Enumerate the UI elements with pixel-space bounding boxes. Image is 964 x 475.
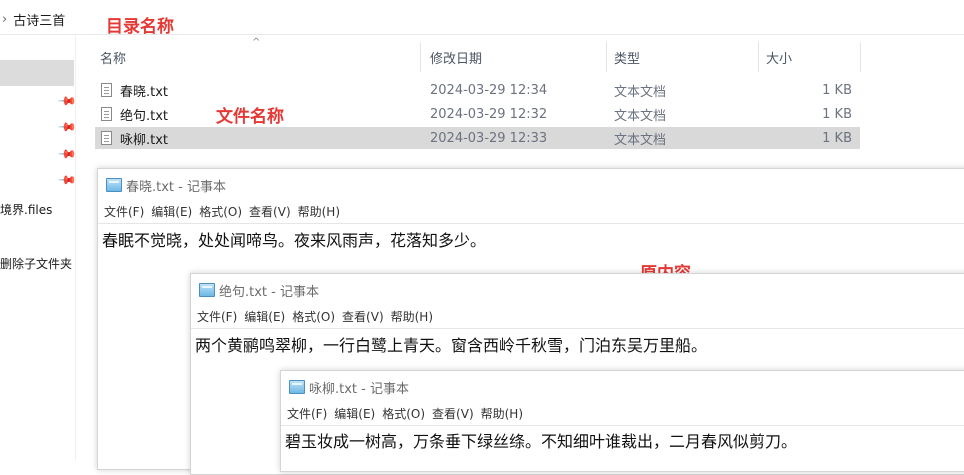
menu-help[interactable]: 帮助(H) [391,308,433,326]
menu-bar: 文件(F) 编辑(E) 格式(O) 查看(V) 帮助(H) [287,405,530,423]
column-separator[interactable] [860,42,861,72]
file-row-selected[interactable]: 咏柳.txt 2024-03-29 12:33 文本文档 1 KB [95,127,860,149]
column-label: 大小 [766,51,793,67]
file-name: 咏柳.txt [120,132,169,148]
text-file-icon [101,131,112,145]
column-separator[interactable] [758,42,759,72]
file-row[interactable]: 绝句.txt 2024-03-29 12:32 文本文档 1 KB [95,103,860,125]
divider [98,223,964,224]
column-header-modified[interactable]: 修改日期 [430,44,482,70]
menu-edit[interactable]: 编辑(E) [334,405,375,423]
menu-view[interactable]: 查看(V) [249,203,291,221]
menu-help[interactable]: 帮助(H) [298,203,340,221]
column-header-name[interactable]: 名称 [100,44,126,70]
sort-ascending-icon: ^ [252,37,261,48]
column-separator[interactable] [606,42,607,72]
window-title: 春晓.txt - 记事本 [106,175,226,195]
menu-file[interactable]: 文件(F) [197,308,237,326]
file-type: 文本文档 [614,132,667,148]
menu-bar: 文件(F) 编辑(E) 格式(O) 查看(V) 帮助(H) [104,203,347,221]
window-title-text: 春晓.txt - 记事本 [126,179,226,195]
window-title-text: 绝句.txt - 记事本 [219,284,319,300]
column-header-type[interactable]: 类型 [614,44,640,70]
annotation-dir-name: 目录名称 [106,17,174,37]
column-label: 名称 [100,51,127,67]
column-header-size[interactable]: 大小 [766,44,792,70]
menu-view[interactable]: 查看(V) [432,405,474,423]
menu-help[interactable]: 帮助(H) [481,405,523,423]
file-type: 文本文档 [614,84,667,100]
notepad-icon [199,283,215,297]
notepad-window-yongliu[interactable]: 咏柳.txt - 记事本 文件(F) 编辑(E) 格式(O) 查看(V) 帮助(… [280,370,964,472]
nav-selected-item[interactable] [0,60,74,86]
window-title: 绝句.txt - 记事本 [199,280,319,300]
notepad-icon [106,178,122,192]
menu-format[interactable]: 格式(O) [382,405,425,423]
file-modified: 2024-03-29 12:32 [430,106,548,122]
file-modified: 2024-03-29 12:34 [430,82,548,98]
menu-edit[interactable]: 编辑(E) [151,203,192,221]
breadcrumb-folder[interactable]: 古诗三首 [13,10,65,29]
menu-file[interactable]: 文件(F) [104,203,144,221]
text-content[interactable]: 碧玉妆成一树高，万条垂下绿丝绦。不知细叶谁裁出，二月春风似剪刀。 [285,428,797,452]
divider [191,328,964,329]
notepad-icon [289,380,305,394]
text-content[interactable]: 两个黄鹂鸣翠柳，一行白鹭上青天。窗含西岭千秋雪，门泊东吴万里船。 [195,332,707,356]
menu-format[interactable]: 格式(O) [292,308,335,326]
menu-file[interactable]: 文件(F) [287,405,327,423]
text-file-icon [101,83,112,97]
file-name: 绝句.txt [120,108,169,124]
menu-format[interactable]: 格式(O) [199,203,242,221]
sidebar-item-label: 境界.files [0,203,53,217]
menu-bar: 文件(F) 编辑(E) 格式(O) 查看(V) 帮助(H) [197,308,440,326]
sidebar-item-label: 删除子文件夹 [0,257,73,271]
annotation-file-name: 文件名称 [216,107,284,127]
breadcrumb: › 古诗三首 [0,8,65,30]
text-content[interactable]: 春眠不觉晓，处处闻啼鸟。夜来风雨声，花落知多少。 [102,227,486,251]
chevron-right-icon: › [2,11,8,27]
file-size: 1 KB [822,106,852,122]
menu-edit[interactable]: 编辑(E) [244,308,285,326]
text-file-icon [101,107,112,121]
file-name: 春晓.txt [120,84,169,100]
column-separator[interactable] [420,42,421,72]
menu-view[interactable]: 查看(V) [342,308,384,326]
window-title: 咏柳.txt - 记事本 [289,377,409,397]
window-title-text: 咏柳.txt - 记事本 [309,381,409,397]
file-size: 1 KB [822,130,852,146]
sidebar-item-files[interactable]: 境界.files [0,201,74,218]
file-type: 文本文档 [614,108,667,124]
file-size: 1 KB [822,82,852,98]
column-label: 类型 [614,51,641,67]
sidebar-item-delete-subfolder[interactable]: 删除子文件夹 [0,255,74,272]
column-label: 修改日期 [430,51,483,67]
file-row[interactable]: 春晓.txt 2024-03-29 12:34 文本文档 1 KB [95,79,860,101]
divider [281,425,964,426]
file-modified: 2024-03-29 12:33 [430,130,548,146]
